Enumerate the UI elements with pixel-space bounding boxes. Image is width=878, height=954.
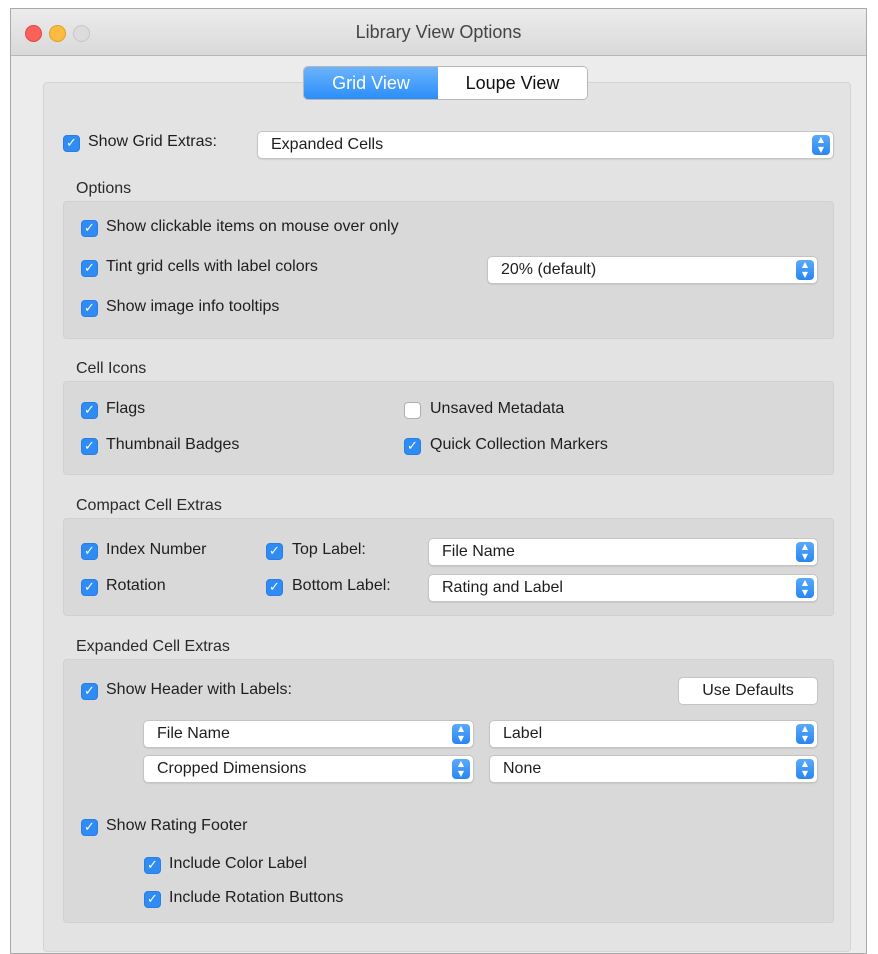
up-down-chevron-icon: ▲ ▼ <box>796 724 814 744</box>
thumbnail-badges-checkbox[interactable]: ✓ <box>81 438 98 455</box>
tint-percent-popup[interactable]: 20% (default) ▲ ▼ <box>487 256 818 284</box>
grid-extras-popup[interactable]: Expanded Cells ▲ ▼ <box>257 131 834 159</box>
include-rotation-checkbox[interactable]: ✓ <box>144 891 161 908</box>
top-label-label: Top Label: <box>292 541 366 558</box>
header-field-4-value: None <box>503 760 542 777</box>
header-field-3-popup[interactable]: Cropped Dimensions ▲ ▼ <box>143 755 474 783</box>
use-defaults-button[interactable]: Use Defaults <box>678 677 818 705</box>
up-down-chevron-icon: ▲ ▼ <box>812 135 830 155</box>
up-down-chevron-icon: ▲ ▼ <box>796 260 814 280</box>
show-header-checkbox[interactable]: ✓ <box>81 683 98 700</box>
include-rotation-label: Include Rotation Buttons <box>169 889 344 906</box>
compact-panel: ✓ Index Number ✓ Top Label: File Name ▲ ▼… <box>63 518 834 616</box>
header-field-4-popup[interactable]: None ▲ ▼ <box>489 755 818 783</box>
image-info-checkbox[interactable]: ✓ <box>81 300 98 317</box>
tint-cells-checkbox[interactable]: ✓ <box>81 260 98 277</box>
tab-grid-view[interactable]: Grid View <box>304 67 438 99</box>
rotation-label: Rotation <box>106 577 166 594</box>
compact-section-title: Compact Cell Extras <box>76 497 222 514</box>
expanded-panel: ✓ Show Header with Labels: Use Defaults … <box>63 659 834 923</box>
quick-collection-checkbox[interactable]: ✓ <box>404 438 421 455</box>
include-color-checkbox[interactable]: ✓ <box>144 857 161 874</box>
title-bar: Library View Options <box>11 9 866 56</box>
header-field-1-value: File Name <box>157 725 230 742</box>
view-tabs: Grid View Loupe View <box>303 66 588 100</box>
rotation-checkbox[interactable]: ✓ <box>81 579 98 596</box>
header-field-2-value: Label <box>503 725 543 742</box>
header-field-3-value: Cropped Dimensions <box>157 760 307 777</box>
up-down-chevron-icon: ▲ ▼ <box>452 724 470 744</box>
index-number-checkbox[interactable]: ✓ <box>81 543 98 560</box>
tint-percent-value: 20% (default) <box>501 261 597 278</box>
library-view-options-window: Library View Options ✓ Show Grid Extras:… <box>10 8 867 954</box>
rating-footer-checkbox[interactable]: ✓ <box>81 819 98 836</box>
bottom-label-checkbox[interactable]: ✓ <box>266 579 283 596</box>
thumbnail-badges-label: Thumbnail Badges <box>106 436 240 453</box>
show-clickable-label: Show clickable items on mouse over only <box>106 218 399 235</box>
expanded-section-title: Expanded Cell Extras <box>76 638 230 655</box>
grid-view-content: ✓ Show Grid Extras: Expanded Cells ▲ ▼ Op… <box>43 82 851 952</box>
top-label-value: File Name <box>442 543 515 560</box>
tint-cells-label: Tint grid cells with label colors <box>106 258 318 275</box>
grid-extras-value: Expanded Cells <box>271 136 384 153</box>
show-header-label: Show Header with Labels: <box>106 681 292 698</box>
header-field-1-popup[interactable]: File Name ▲ ▼ <box>143 720 474 748</box>
top-label-popup[interactable]: File Name ▲ ▼ <box>428 538 818 566</box>
rating-footer-label: Show Rating Footer <box>106 817 248 834</box>
unsaved-metadata-checkbox[interactable]: ✓ <box>404 402 421 419</box>
up-down-chevron-icon: ▲ ▼ <box>796 542 814 562</box>
show-grid-extras-label: Show Grid Extras: <box>88 133 217 150</box>
include-color-label: Include Color Label <box>169 855 307 872</box>
header-field-2-popup[interactable]: Label ▲ ▼ <box>489 720 818 748</box>
up-down-chevron-icon: ▲ ▼ <box>796 578 814 598</box>
index-number-label: Index Number <box>106 541 207 558</box>
show-grid-extras-checkbox[interactable]: ✓ <box>63 135 80 152</box>
options-panel: ✓ Show clickable items on mouse over onl… <box>63 201 834 339</box>
bottom-label-label: Bottom Label: <box>292 577 391 594</box>
window-title: Library View Options <box>355 22 522 42</box>
flags-checkbox[interactable]: ✓ <box>81 402 98 419</box>
up-down-chevron-icon: ▲ ▼ <box>452 759 470 779</box>
flags-label: Flags <box>106 400 146 417</box>
show-clickable-checkbox[interactable]: ✓ <box>81 220 98 237</box>
quick-collection-label: Quick Collection Markers <box>430 436 608 453</box>
bottom-label-popup[interactable]: Rating and Label ▲ ▼ <box>428 574 818 602</box>
image-info-label: Show image info tooltips <box>106 298 280 315</box>
bottom-label-value: Rating and Label <box>442 579 563 596</box>
top-label-checkbox[interactable]: ✓ <box>266 543 283 560</box>
cell-icons-panel: ✓ Flags ✓ Unsaved Metadata ✓ Thumbnail B… <box>63 381 834 475</box>
unsaved-metadata-label: Unsaved Metadata <box>430 400 565 417</box>
up-down-chevron-icon: ▲ ▼ <box>796 759 814 779</box>
tab-loupe-view[interactable]: Loupe View <box>438 67 587 99</box>
cell-icons-section-title: Cell Icons <box>76 360 147 377</box>
options-section-title: Options <box>76 180 132 197</box>
